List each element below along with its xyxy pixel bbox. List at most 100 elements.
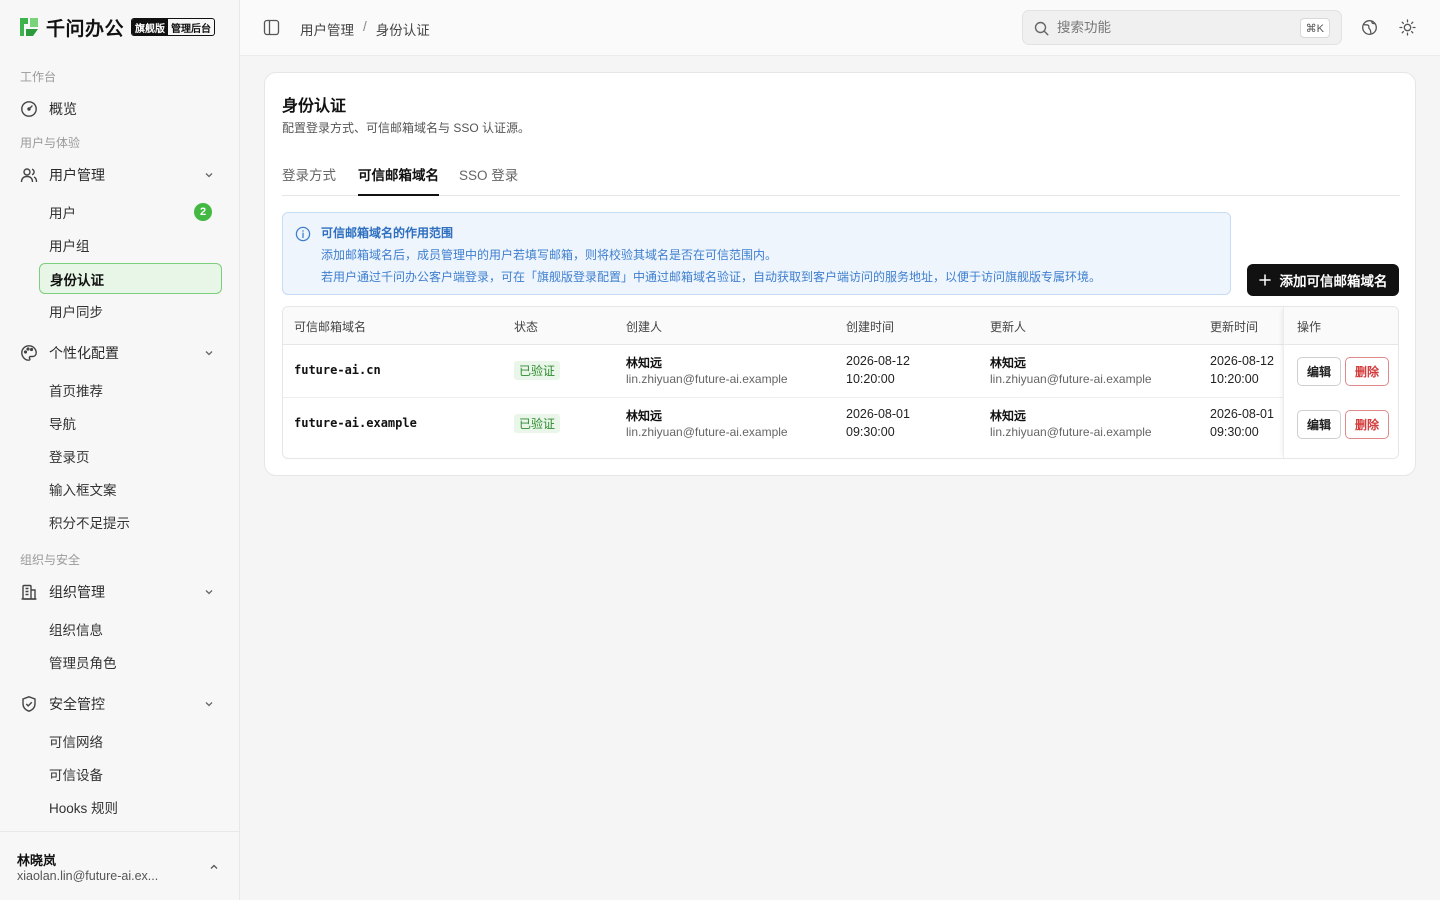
creator-email: lin.zhiyuan@future-ai.example: [626, 372, 788, 386]
actions-column-header: 操作: [1284, 307, 1398, 345]
sidebar-toggle-icon[interactable]: [263, 19, 280, 36]
plus-icon: [1258, 274, 1271, 286]
user-email: xiaolan.lin@future-ai.ex...: [17, 869, 159, 883]
tab-login-methods[interactable]: 登录方式: [282, 164, 336, 196]
actions-column: 操作 编辑 删除 编辑 删除: [1283, 307, 1398, 458]
status-badge: 已验证: [514, 414, 561, 433]
sidebar: 千问办公 旗舰版 管理后台 工作台 概览 用户与体验 用户管理 用户 2 用户组…: [0, 0, 240, 900]
sidebar-item-label: 用户同步: [49, 304, 103, 320]
sidebar-group-org-management[interactable]: 组织管理: [12, 575, 228, 609]
breadcrumb-separator: /: [363, 19, 367, 34]
sidebar-item-trusted-network[interactable]: 可信网络: [39, 725, 222, 756]
add-trusted-domain-button[interactable]: 添加可信邮箱域名: [1247, 264, 1399, 296]
sidebar-item-overview[interactable]: 概览: [12, 92, 228, 126]
creator-name: 林知远: [626, 356, 663, 370]
sidebar-item-label: 可信网络: [49, 734, 103, 750]
sidebar-item-label: 积分不足提示: [49, 515, 130, 531]
brand[interactable]: 千问办公 旗舰版 管理后台: [17, 13, 216, 41]
info-icon: [295, 226, 311, 242]
count-badge: 2: [194, 203, 212, 221]
sidebar-item-label: 概览: [49, 101, 77, 117]
tab-trusted-email-domains[interactable]: 可信邮箱域名: [358, 164, 439, 196]
column-header-actions: 操作: [1297, 320, 1322, 334]
sidebar-item-user-groups[interactable]: 用户组: [39, 229, 222, 260]
status-badge: 已验证: [514, 361, 561, 380]
updater-name: 林知远: [990, 356, 1027, 370]
creator-email: lin.zhiyuan@future-ai.example: [626, 425, 788, 439]
notice-line: 添加邮箱域名后，成员管理中的用户若填写邮箱，则将校验其域名是否在可信范围内。: [321, 248, 778, 262]
delete-button[interactable]: 删除: [1345, 357, 1389, 386]
delete-button[interactable]: 删除: [1345, 410, 1389, 439]
column-header-status: 状态: [514, 320, 539, 334]
building-icon: [21, 584, 37, 600]
tab-sso-login[interactable]: SSO 登录: [459, 164, 518, 196]
shield-check-icon: [22, 696, 36, 712]
search-input[interactable]: [1057, 11, 1297, 44]
sidebar-item-user-sync[interactable]: 用户同步: [39, 295, 222, 326]
column-header-creator: 创建人: [626, 320, 663, 334]
notice-line: 若用户通过千问办公客户端登录，可在「旗舰版登录配置」中通过邮箱域名验证，自动获取…: [321, 270, 1102, 284]
chevron-down-icon: [205, 702, 213, 707]
section-label-workbench: 工作台: [20, 70, 57, 84]
breadcrumb-item-user-management[interactable]: 用户管理: [300, 19, 354, 39]
sidebar-item-label: 组织信息: [49, 622, 103, 638]
globe-icon[interactable]: [1361, 19, 1378, 36]
sidebar-item-org-info[interactable]: 组织信息: [39, 613, 222, 644]
sidebar-item-label: 管理员角色: [49, 655, 117, 671]
current-user-menu[interactable]: 林晓岚 xiaolan.lin@future-ai.ex...: [0, 831, 239, 900]
badge-edition: 旗舰版: [132, 19, 169, 35]
sun-icon[interactable]: [1399, 19, 1416, 36]
edit-button[interactable]: 编辑: [1297, 357, 1341, 386]
sidebar-item-trusted-device[interactable]: 可信设备: [39, 758, 222, 789]
updater-email: lin.zhiyuan@future-ai.example: [990, 372, 1152, 386]
sidebar-item-authentication[interactable]: 身份认证: [39, 263, 222, 294]
domain-cell: future-ai.cn: [294, 363, 381, 377]
sidebar-item-label: 身份认证: [50, 272, 104, 288]
updater-name: 林知远: [990, 409, 1027, 423]
table-row: future-ai.cn 已验证 林知远 lin.zhiyuan@future-…: [283, 345, 1398, 398]
sidebar-item-admin-roles[interactable]: 管理员角色: [39, 646, 222, 677]
sidebar-item-label: 输入框文案: [49, 482, 117, 498]
chevron-down-icon: [205, 351, 213, 356]
tab-bar: 登录方式 可信邮箱域名 SSO 登录: [282, 159, 1400, 196]
page-title: 身份认证: [282, 98, 347, 115]
sidebar-item-navigation[interactable]: 导航: [39, 407, 222, 438]
edit-button[interactable]: 编辑: [1297, 410, 1341, 439]
column-header-updated-time: 更新时间: [1210, 320, 1259, 334]
sidebar-group-label: 组织管理: [49, 584, 105, 600]
search-icon: [1034, 21, 1049, 36]
sidebar-group-label: 个性化配置: [49, 345, 119, 361]
sidebar-group-security-control[interactable]: 安全管控: [12, 687, 228, 721]
sidebar-item-hooks-rules[interactable]: Hooks 规则: [39, 791, 222, 822]
page-description: 配置登录方式、可信邮箱域名与 SSO 认证源。: [282, 121, 531, 135]
sidebar-item-login-page[interactable]: 登录页: [39, 440, 222, 471]
sidebar-item-label: 用户组: [49, 238, 90, 254]
gauge-icon: [21, 101, 37, 117]
created-time: 09:30:00: [846, 425, 895, 439]
updated-date: 2026-08-01: [1210, 407, 1274, 421]
palette-icon: [21, 345, 37, 361]
sidebar-group-user-management[interactable]: 用户管理: [12, 158, 228, 192]
info-notice: 可信邮箱域名的作用范围 添加邮箱域名后，成员管理中的用户若填写邮箱，则将校验其域…: [282, 212, 1231, 295]
column-header-created-time: 创建时间: [846, 320, 895, 334]
created-date: 2026-08-12: [846, 354, 910, 368]
search-box[interactable]: ⌘K: [1022, 10, 1342, 45]
sidebar-item-users[interactable]: 用户 2: [39, 196, 222, 227]
users-icon: [20, 168, 38, 183]
qianwen-logo-icon: [20, 18, 38, 36]
sidebar-item-input-copy[interactable]: 输入框文案: [39, 473, 222, 504]
add-button-label: 添加可信邮箱域名: [1279, 274, 1388, 289]
sidebar-item-home-recommend[interactable]: 首页推荐: [39, 374, 222, 405]
sidebar-item-points-warning[interactable]: 积分不足提示: [39, 506, 222, 537]
domain-cell: future-ai.example: [294, 416, 417, 430]
table-row: future-ai.example 已验证 林知远 lin.zhiyuan@fu…: [283, 398, 1398, 451]
breadcrumb: 用户管理 / 身份认证: [300, 19, 430, 39]
updated-date: 2026-08-12: [1210, 354, 1274, 368]
creator-name: 林知远: [626, 409, 663, 423]
chevron-up-icon: [210, 864, 218, 869]
created-date: 2026-08-01: [846, 407, 910, 421]
authentication-card: 身份认证 配置登录方式、可信邮箱域名与 SSO 认证源。 登录方式 可信邮箱域名…: [264, 72, 1416, 476]
user-name: 林晓岚: [17, 853, 57, 868]
sidebar-group-personalization[interactable]: 个性化配置: [12, 336, 228, 370]
updated-time: 10:20:00: [1210, 372, 1259, 386]
